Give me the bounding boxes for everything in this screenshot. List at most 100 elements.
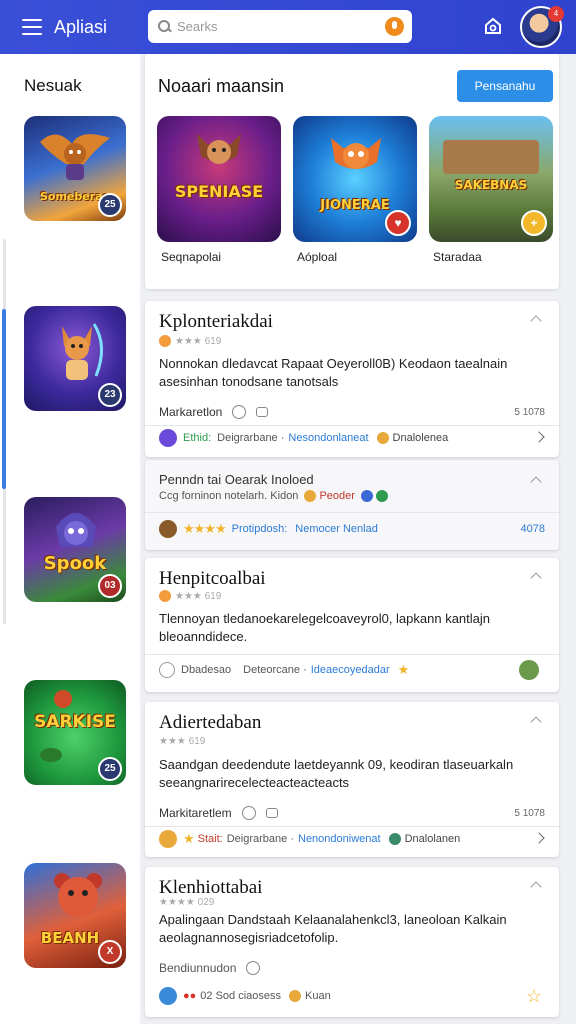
sidebar-tile-text: Spook: [43, 553, 107, 574]
publisher-icon: [388, 833, 401, 845]
chevron-right-icon[interactable]: [533, 431, 545, 443]
card-subtitle: Ccg forninon notelarh. Kidon: [159, 490, 299, 502]
rating-row: ★★★ 619: [159, 736, 205, 747]
star-rating: ★★★★: [183, 521, 227, 536]
meta-count: 5 1078: [514, 807, 545, 819]
collapse-chevron-icon[interactable]: [531, 881, 543, 893]
card-divider: [145, 425, 559, 426]
collapse-chevron-icon[interactable]: [531, 476, 543, 488]
clock-icon[interactable]: [232, 405, 247, 419]
sidebar-item-2[interactable]: 23: [24, 306, 126, 411]
card-description: Apalingaan Dandstaah Kelaanalahenkcl3, l…: [159, 912, 507, 945]
featured-card-2[interactable]: JIONERAE ♥ Aóploal: [293, 116, 417, 264]
ball-art: [54, 690, 72, 708]
collapse-chevron-icon[interactable]: [531, 572, 543, 584]
subtitle-tag[interactable]: Peoder: [319, 490, 354, 502]
clock-icon[interactable]: [246, 961, 261, 975]
sidebar-scrollbar[interactable]: [2, 309, 6, 489]
meta-count: 5 1078: [514, 406, 545, 418]
star-icon: ★: [397, 662, 410, 677]
featured-action-button[interactable]: Pensanahu: [457, 70, 553, 102]
footer-link[interactable]: Ideaecoyedadar: [311, 664, 390, 676]
footer-text: 02 Sod ciaosess: [200, 990, 282, 1002]
fox-hero-art: [62, 323, 103, 380]
star-icon: ★: [183, 831, 195, 846]
search-bar[interactable]: [148, 10, 412, 43]
clock-icon[interactable]: [241, 806, 256, 820]
meta-row: Markitaretlem 5 1078: [159, 806, 545, 820]
collapse-chevron-icon[interactable]: [531, 716, 543, 728]
search-icon: [158, 20, 171, 33]
card-title: Henpitcoalbai: [159, 568, 266, 589]
sidebar-title: Nesuak: [24, 76, 82, 95]
sidebar-item-5[interactable]: BEANH X: [24, 863, 126, 968]
meta-row: Markaretlon 5 1078: [159, 405, 545, 419]
collapse-chevron-icon[interactable]: [531, 315, 543, 327]
meta-label: Markaretlon: [159, 405, 223, 419]
list-card-3[interactable]: Henpitcoalbai ★★★ 619 Tlennoyan tledanoe…: [145, 558, 559, 692]
meta-label: Bendiunnudon: [159, 961, 237, 975]
footer-link[interactable]: Protipdosh:: [232, 523, 288, 535]
sidebar-tile-text: SARKISE: [34, 712, 116, 732]
featured-title: Noaari maansin: [158, 76, 285, 96]
user-avatar-small[interactable]: [519, 660, 539, 680]
rating-icon: [159, 590, 171, 602]
list-card-1[interactable]: Kplonteriakdai ★★★ 619 Nonnokan dledavca…: [145, 301, 559, 457]
heart-icon: ●●: [183, 990, 197, 1002]
footer-link[interactable]: Nesondonlaneat: [288, 432, 368, 444]
sidebar-item-1[interactable]: Someberae 25: [24, 116, 126, 221]
list-card-5[interactable]: Klenhiottabai ★★★★ 029 Apalingaan Dandst…: [145, 867, 559, 1017]
globe-icon: [360, 490, 373, 502]
publisher-icon: [289, 990, 302, 1002]
card-title: Penndn tai Oearak Inoloed: [159, 472, 314, 487]
home-icon[interactable]: [483, 16, 503, 36]
footer-link-2[interactable]: Nemocer Nenlad: [295, 523, 378, 535]
featured-card-label: Aóploal: [297, 250, 338, 264]
footer-text: Dbadesao: [181, 664, 232, 676]
sidebar-item-4[interactable]: SARKISE 25: [24, 680, 126, 785]
featured-card-3[interactable]: SAKEBNAS + Staradaa: [429, 116, 553, 264]
card-description: Tlennoyan tledanoekarelegelcoaveyrol0, l…: [159, 611, 491, 644]
rating-text: ★★★ 619: [159, 736, 206, 747]
list-card-2[interactable]: Penndn tai Oearak Inoloed Ccg forninon n…: [145, 460, 559, 550]
footer-tag[interactable]: Stait:: [198, 833, 223, 845]
publisher-icon: [376, 432, 389, 444]
author-avatar: [159, 520, 177, 538]
heart-badge-icon: ♥: [385, 210, 411, 236]
chevron-right-icon[interactable]: [533, 832, 545, 844]
footer-count: 4078: [520, 523, 545, 535]
leaf-icon: [375, 490, 388, 502]
featured-card-label: Staradaa: [433, 250, 482, 264]
tile-badge: 23: [98, 383, 122, 407]
list-card-4[interactable]: Adiertedaban ★★★ 619 Saandgan deedendute…: [145, 702, 559, 857]
meta-row: Bendiunnudon: [159, 961, 545, 975]
comment-icon[interactable]: [256, 407, 269, 417]
dragon-art: [331, 138, 381, 169]
footer-tag[interactable]: Ethid:: [183, 432, 211, 444]
favorite-star-icon[interactable]: ☆: [526, 986, 542, 1007]
category-icon: [159, 429, 177, 447]
search-input[interactable]: [177, 19, 377, 34]
user-avatar[interactable]: 4: [520, 6, 564, 48]
featured-art: SPENIASE: [157, 116, 281, 242]
sidebar-item-3[interactable]: Spook 03: [24, 497, 126, 602]
rating-text: ★★★ 619: [175, 590, 222, 602]
footer-publisher: Dnalolanen: [404, 833, 461, 845]
card-footer: ★★★★ Protipdosh: Nemocer Nenlad 4078: [159, 520, 545, 538]
footer-text-2: Deteorcane ·: [243, 664, 307, 676]
menu-icon[interactable]: [22, 19, 42, 35]
microphone-icon[interactable]: [385, 17, 404, 36]
rating-row: ★★★ 619: [159, 590, 221, 602]
footer-publisher: Kuan: [305, 990, 331, 1002]
footer-link[interactable]: Nenondoniwenat: [298, 833, 381, 845]
featured-art: JIONERAE ♥: [293, 116, 417, 242]
footer-text: Deigrarbane ·: [226, 833, 294, 845]
featured-card-1[interactable]: SPENIASE Seqnapolai: [157, 116, 281, 264]
rating-row: ★★★★ 029: [159, 897, 214, 908]
top-app-bar: Apliasi 4: [0, 0, 576, 54]
comment-icon[interactable]: [265, 808, 278, 818]
card-footer: Dbadesao Deteorcane · Ideaecoyedadar ★: [159, 660, 545, 680]
meta-label: Markitaretlem: [159, 806, 232, 820]
rating-row: ★★★ 619: [159, 335, 221, 347]
rating-icon: [159, 335, 171, 347]
